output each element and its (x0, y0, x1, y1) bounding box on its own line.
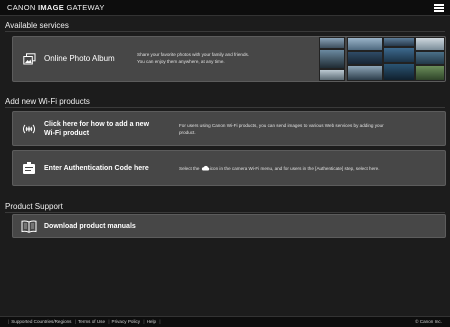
section-divider (5, 107, 445, 108)
footer-links: | Supported Countries/Regions | Terms of U… (8, 319, 161, 324)
online-photo-album-card[interactable]: Online Photo Album Share your favorite p… (12, 36, 446, 82)
online-photo-album-title: Online Photo Album (44, 54, 115, 63)
book-icon (21, 220, 37, 233)
wifi-plus-icon (21, 122, 37, 136)
online-photo-album-description: Share your favorite photos with your fam… (137, 51, 249, 65)
authentication-code-title: Enter Authentication Code here (44, 165, 149, 172)
add-wifi-title-line2: Wi-Fi product (44, 130, 90, 137)
album-desc-line2: You can enjoy them anywhere, at any time… (137, 59, 225, 64)
add-wifi-product-description: For users using Canon Wi-Fi products, yo… (179, 122, 384, 136)
footer-link-help[interactable]: Help (147, 319, 156, 324)
copyright-text: © Canon Inc. (415, 319, 442, 324)
photo-album-icon (23, 53, 36, 65)
footer-link-privacy-policy[interactable]: Privacy Policy (112, 319, 141, 324)
add-wifi-product-card[interactable]: Click here for how to add a new Wi-Fi pr… (12, 111, 446, 146)
album-desc-line1: Share your favorite photos with your fam… (137, 52, 250, 57)
add-wifi-desc-line2: product. (179, 130, 196, 135)
logo-canon-text: CANON (7, 3, 36, 12)
logo-image-text: IMAGE (37, 3, 65, 12)
add-wifi-title-line1: Click here for how to add a new (44, 121, 150, 128)
canon-image-gateway-logo[interactable]: CANON IMAGE GATEWAY (7, 3, 105, 12)
section-divider (5, 212, 445, 213)
top-bar: CANON IMAGE GATEWAY (0, 0, 450, 16)
footer-link-supported-countries[interactable]: Supported Countries/Regions (11, 319, 71, 324)
authentication-code-description: Select the icon in the camera Wi-Fi menu… (179, 165, 380, 173)
section-divider (5, 31, 445, 32)
section-title-available-services: Available services (5, 21, 69, 30)
sample-photos-collage (317, 37, 445, 81)
authentication-code-icon (22, 161, 36, 175)
section-title-product-support: Product Support (5, 202, 63, 211)
download-manuals-card[interactable]: Download product manuals (12, 214, 446, 238)
add-wifi-product-title: Click here for how to add a new Wi-Fi pr… (44, 120, 149, 138)
section-title-add-wifi: Add new Wi-Fi products (5, 97, 90, 106)
auth-desc-after: icon in the camera Wi-Fi menu, and for u… (209, 166, 380, 172)
footer: | Supported Countries/Regions | Terms of U… (0, 316, 450, 327)
footer-link-terms-of-use[interactable]: Terms of Use (78, 319, 105, 324)
hamburger-menu-icon[interactable] (434, 4, 444, 12)
add-wifi-desc-line1: For users using Canon Wi-Fi products, yo… (179, 123, 384, 128)
logo-gateway-text: GATEWAY (66, 3, 105, 12)
download-manuals-title: Download product manuals (44, 223, 136, 230)
auth-desc-before: Select the (179, 166, 200, 172)
cloud-icon (201, 165, 210, 173)
authentication-code-card[interactable]: Enter Authentication Code here Select th… (12, 150, 446, 186)
